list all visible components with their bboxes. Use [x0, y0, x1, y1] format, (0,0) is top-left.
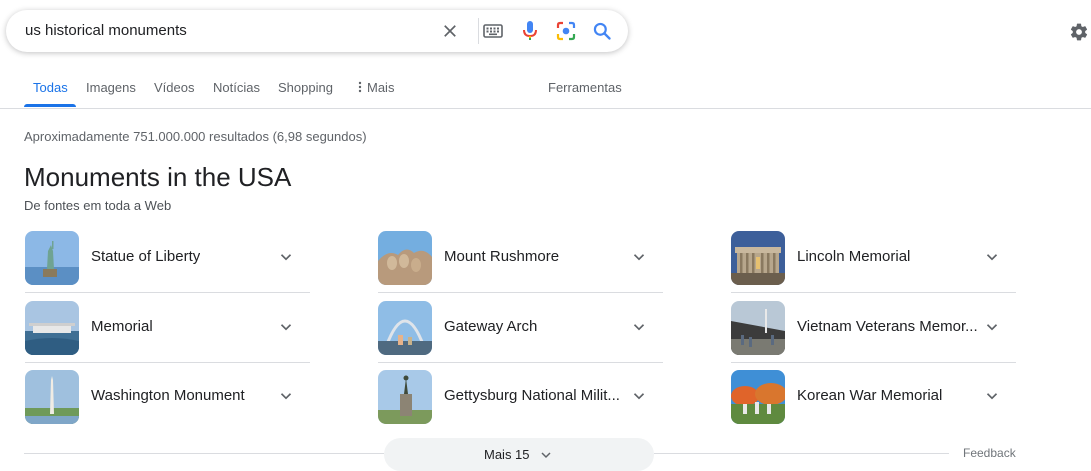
monument-thumbnail — [731, 231, 785, 285]
monument-label: Statue of Liberty — [91, 248, 201, 265]
search-input[interactable]: us historical monuments — [25, 22, 187, 39]
monument-label: Lincoln Memorial — [797, 248, 911, 265]
monument-label: Gettysburg National Milit... — [444, 387, 620, 404]
voice-search-icon[interactable] — [520, 21, 540, 41]
monument-thumbnail — [378, 301, 432, 355]
item-divider — [731, 292, 1016, 293]
chevron-down-icon — [630, 248, 648, 266]
tabs-divider — [0, 108, 1091, 109]
item-divider — [378, 362, 663, 363]
chevron-down-icon — [277, 248, 295, 266]
monument-label: Gateway Arch — [444, 318, 538, 335]
tab-videos[interactable]: Vídeos — [154, 80, 194, 95]
keyboard-icon[interactable] — [483, 21, 503, 41]
chevron-down-icon — [538, 447, 554, 463]
monument-item[interactable]: Statue of Liberty — [25, 228, 310, 294]
tab-more[interactable]: Mais — [357, 80, 394, 95]
monument-item[interactable]: Vietnam Veterans Memor... — [731, 298, 1016, 364]
more-divider-left — [24, 453, 384, 454]
results-stats: Aproximadamente 751.000.000 resultados (… — [24, 129, 367, 144]
panel-subtitle: De fontes em toda a Web — [24, 198, 172, 213]
panel-title: Monuments in the USA — [24, 162, 292, 192]
search-icon[interactable] — [592, 21, 612, 41]
clear-icon[interactable] — [440, 21, 460, 41]
chevron-down-icon — [630, 318, 648, 336]
chevron-down-icon — [277, 318, 295, 336]
monument-item[interactable]: Washington Monument — [25, 367, 310, 433]
monument-item[interactable]: Gettysburg National Milit... — [378, 367, 663, 433]
monument-thumbnail — [25, 301, 79, 355]
monument-thumbnail — [731, 370, 785, 424]
monument-label: Washington Monument — [91, 387, 245, 404]
tab-shopping[interactable]: Shopping — [278, 80, 333, 95]
lens-icon[interactable] — [556, 21, 576, 41]
monument-thumbnail — [731, 301, 785, 355]
show-more-button[interactable]: Mais 15 — [384, 438, 654, 471]
chevron-down-icon — [630, 387, 648, 405]
monument-label: Vietnam Veterans Memor... — [797, 318, 978, 335]
more-divider-right — [654, 453, 949, 454]
show-more-label: Mais 15 — [484, 447, 530, 462]
chevron-down-icon — [983, 248, 1001, 266]
search-box[interactable]: us historical monuments — [6, 10, 628, 52]
monument-thumbnail — [25, 370, 79, 424]
item-divider — [25, 292, 310, 293]
monument-item[interactable]: Mount Rushmore — [378, 228, 663, 294]
item-divider — [378, 292, 663, 293]
chevron-down-icon — [983, 387, 1001, 405]
item-divider — [25, 362, 310, 363]
monument-label: Mount Rushmore — [444, 248, 560, 265]
monument-item[interactable]: Gateway Arch — [378, 298, 663, 364]
search-divider — [478, 18, 479, 44]
monument-thumbnail — [25, 231, 79, 285]
monument-label: Korean War Memorial — [797, 387, 943, 404]
tools-button[interactable]: Ferramentas — [548, 80, 622, 95]
active-tab-indicator — [24, 104, 76, 107]
monument-item[interactable]: Korean War Memorial — [731, 367, 1016, 433]
monument-label: Memorial — [91, 318, 153, 335]
tab-all[interactable]: Todas — [33, 80, 68, 95]
monument-thumbnail — [378, 231, 432, 285]
chevron-down-icon — [277, 387, 295, 405]
tab-images[interactable]: Imagens — [86, 80, 136, 95]
monument-item[interactable]: Lincoln Memorial — [731, 228, 1016, 294]
tab-more-label: Mais — [367, 80, 395, 95]
tab-news[interactable]: Notícias — [213, 80, 260, 95]
feedback-link[interactable]: Feedback — [963, 446, 1016, 460]
chevron-down-icon — [983, 318, 1001, 336]
settings-gear-icon[interactable] — [1069, 22, 1089, 42]
item-divider — [731, 362, 1016, 363]
more-vert-icon — [358, 81, 362, 93]
monument-item[interactable]: Memorial — [25, 298, 310, 364]
search-tabs: Todas Imagens Vídeos Notícias Shopping M… — [0, 70, 1091, 108]
monument-thumbnail — [378, 370, 432, 424]
